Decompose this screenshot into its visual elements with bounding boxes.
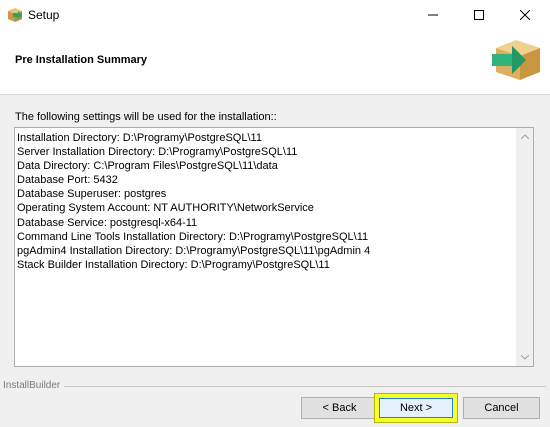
summary-line: Database Superuser: postgres — [17, 188, 167, 201]
maximize-button[interactable] — [456, 0, 502, 30]
summary-line: Database Port: 5432 — [17, 174, 118, 187]
summary-line: Operating System Account: NT AUTHORITY\N… — [17, 202, 314, 215]
chevron-up-icon — [520, 134, 529, 139]
summary-textbox[interactable]: Installation Directory: D:\Programy\Post… — [14, 127, 534, 367]
summary-line: Command Line Tools Installation Director… — [17, 230, 369, 243]
summary-line: pgAdmin4 Installation Directory: D:\Prog… — [17, 244, 371, 257]
minimize-icon — [428, 14, 438, 16]
summary-line: Database Service: postgresql-x64-11 — [17, 216, 198, 229]
wizard-header: Pre Installation Summary — [0, 30, 550, 95]
page-title: Pre Installation Summary — [15, 54, 148, 66]
back-button[interactable]: < Back — [301, 397, 378, 419]
scroll-up-button[interactable] — [516, 128, 533, 145]
summary-line: Installation Directory: D:\Programy\Post… — [17, 132, 262, 144]
installbuilder-separator: InstallBuilder — [0, 380, 550, 392]
next-button[interactable]: Next > — [379, 398, 453, 418]
scroll-down-button[interactable] — [516, 349, 533, 366]
close-icon — [520, 10, 530, 20]
close-button[interactable] — [502, 0, 548, 30]
chevron-down-icon — [520, 355, 529, 360]
installbuilder-label: InstallBuilder — [3, 380, 65, 391]
maximize-icon — [474, 10, 484, 20]
cancel-button[interactable]: Cancel — [463, 397, 540, 419]
summary-line: Server Installation Directory: D:\Progra… — [17, 146, 298, 159]
summary-line: Stack Builder Installation Directory: D:… — [17, 258, 330, 271]
next-button-highlight[interactable]: Next > — [374, 393, 458, 423]
vertical-scrollbar[interactable] — [516, 128, 533, 366]
summary-lines: Installation Directory: D:\Programy\Post… — [17, 131, 515, 272]
minimize-button[interactable] — [410, 0, 456, 30]
separator-line — [62, 386, 546, 387]
window-title: Setup — [28, 8, 60, 22]
intro-text: The following settings will be used for … — [15, 111, 277, 123]
installer-box-arrow-icon — [490, 34, 546, 82]
title-bar: Setup — [0, 0, 550, 30]
summary-line: Data Directory: C:\Program Files\Postgre… — [17, 160, 278, 173]
installer-box-icon — [6, 6, 24, 24]
